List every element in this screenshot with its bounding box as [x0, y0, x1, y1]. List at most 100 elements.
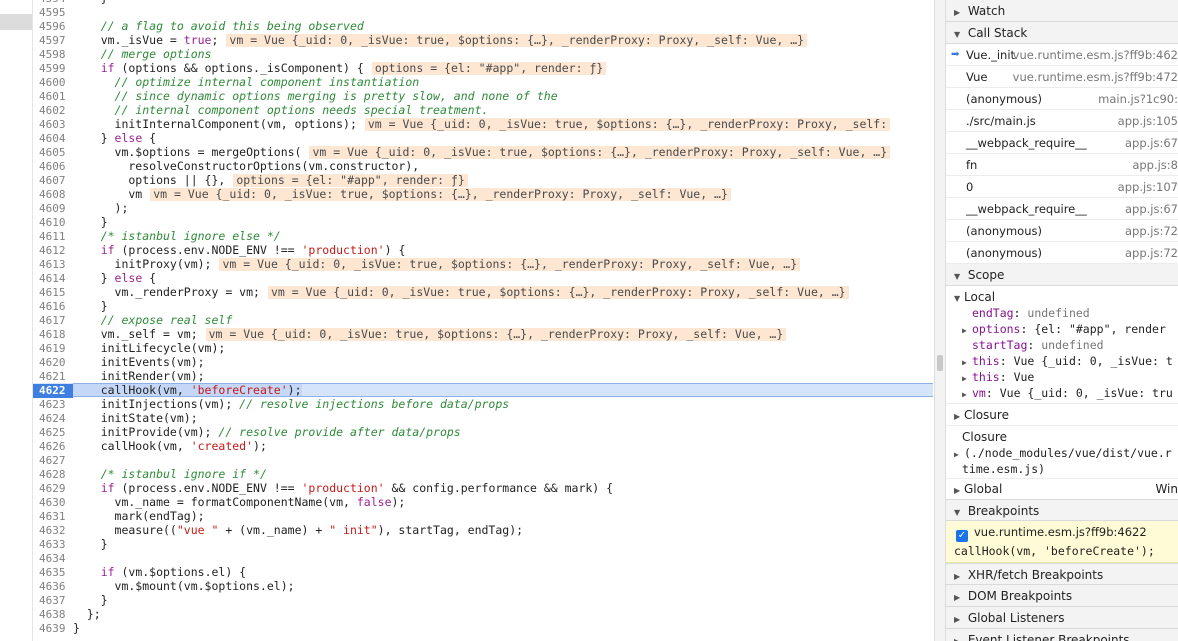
line-number[interactable]: 4597 — [33, 34, 73, 48]
frame-location[interactable]: app.js:107 — [1118, 176, 1178, 198]
splitter-grip[interactable] — [937, 355, 943, 371]
code-line[interactable]: 4608 vm vm = Vue {_uid: 0, _isVue: true, … — [33, 187, 933, 201]
code-line[interactable]: 4636 vm.$mount(vm.$options.el); — [33, 579, 933, 593]
line-number[interactable]: 4635 — [33, 566, 73, 580]
code-line[interactable]: 4603 initInternalComponent(vm, options);… — [33, 117, 933, 131]
code-line[interactable]: 4600 // optimize internal component inst… — [33, 75, 933, 89]
scope-var-vm[interactable]: ▶ vm: Vue {_uid: 0, _isVue: tru — [954, 385, 1178, 401]
code-line-current[interactable]: 4622 callHook(vm, 'beforeCreate'); — [33, 383, 933, 398]
code-line[interactable]: 4631 mark(endTag); — [33, 509, 933, 523]
global-listeners-section-header[interactable]: ▶ Global Listeners — [946, 607, 1178, 629]
line-number[interactable]: 4595 — [33, 6, 73, 20]
line-number[interactable]: 4634 — [33, 552, 73, 566]
breakpoint-checkbox[interactable]: ✓ — [956, 530, 968, 542]
dom-breakpoints-section-header[interactable]: ▶ DOM Breakpoints — [946, 585, 1178, 607]
line-number[interactable]: 4628 — [33, 468, 73, 482]
code-line[interactable]: 4612 if (process.env.NODE_ENV !== 'produ… — [33, 243, 933, 257]
code-line[interactable]: 4606 resolveConstructorOptions(vm.constr… — [33, 159, 933, 173]
frame-location[interactable]: main.js?1c90: — [1098, 88, 1178, 110]
line-number[interactable]: 4627 — [33, 454, 73, 468]
code-line[interactable]: 4597 vm._isVue = true; vm = Vue {_uid: 0,… — [33, 33, 933, 47]
code-line[interactable]: 4621 initRender(vm); — [33, 369, 933, 383]
line-number[interactable]: 4621 — [33, 370, 73, 384]
call-stack-frame[interactable]: (anonymous) app.js:72 — [946, 242, 1178, 264]
line-number[interactable]: 4622 — [33, 384, 73, 398]
code-line[interactable]: 4595 — [33, 5, 933, 19]
line-number[interactable]: 4596 — [33, 20, 73, 34]
line-number[interactable]: 4626 — [33, 440, 73, 454]
call-stack-frame[interactable]: (anonymous) app.js:72 — [946, 220, 1178, 242]
code-line[interactable]: 4601 // since dynamic options merging is… — [33, 89, 933, 103]
scope-var-options[interactable]: ▶ options: {el: "#app", render — [954, 321, 1178, 337]
xhr-breakpoints-section-header[interactable]: ▶ XHR/fetch Breakpoints — [946, 563, 1178, 585]
line-number[interactable]: 4611 — [33, 230, 73, 244]
code-line[interactable]: 4613 initProxy(vm); vm = Vue {_uid: 0, _i… — [33, 257, 933, 271]
frame-location[interactable]: app.js:67 — [1125, 198, 1178, 220]
line-number[interactable]: 4609 — [33, 202, 73, 216]
line-number[interactable]: 4600 — [33, 76, 73, 90]
breakpoints-section-header[interactable]: ▼ Breakpoints — [946, 499, 1178, 521]
line-number[interactable]: 4636 — [33, 580, 73, 594]
code-line[interactable]: 4638 }; — [33, 607, 933, 621]
line-number[interactable]: 4605 — [33, 146, 73, 160]
code-line[interactable]: 4634 — [33, 551, 933, 565]
code-line[interactable]: 4635 if (vm.$options.el) { — [33, 565, 933, 579]
code-line[interactable]: 4616 } — [33, 299, 933, 313]
line-number[interactable]: 4632 — [33, 524, 73, 538]
line-number[interactable]: 4638 — [33, 608, 73, 622]
code-line[interactable]: 4611 /* istanbul ignore else */ — [33, 229, 933, 243]
scope-var-endtag[interactable]: endTag: undefined — [954, 305, 1178, 321]
call-stack-frame[interactable]: ./src/main.js app.js:105 — [946, 110, 1178, 132]
scope-closure-row[interactable]: ▶ Closure — [954, 406, 1178, 425]
frame-location[interactable]: app.js:72 — [1125, 242, 1178, 264]
scope-local-row[interactable]: ▼ Local — [954, 289, 1178, 305]
call-stack-frame[interactable]: 0 app.js:107 — [946, 176, 1178, 198]
code-line[interactable]: 4607 options || {}, options = {el: "#app"… — [33, 173, 933, 187]
code-line[interactable]: 4623 initInjections(vm); // resolve inje… — [33, 397, 933, 411]
code-line[interactable]: 4620 initEvents(vm); — [33, 355, 933, 369]
code-line[interactable]: 4596 // a flag to avoid this being obser… — [33, 19, 933, 33]
scope-global-row[interactable]: ▶ Global Win — [954, 479, 1178, 499]
line-number[interactable]: 4639 — [33, 622, 73, 636]
watch-section-header[interactable]: ▶ Watch — [946, 0, 1178, 22]
line-number[interactable]: 4607 — [33, 174, 73, 188]
code-line[interactable]: 4625 initProvide(vm); // resolve provide… — [33, 425, 933, 439]
code-line[interactable]: 4628 /* istanbul ignore if */ — [33, 467, 933, 481]
line-number[interactable]: 4630 — [33, 496, 73, 510]
line-number[interactable]: 4624 — [33, 412, 73, 426]
line-number[interactable]: 4608 — [33, 188, 73, 202]
call-stack-frame[interactable]: Vue vue.runtime.esm.js?ff9b:472 — [946, 66, 1178, 88]
call-stack-frame[interactable]: ➡ Vue._init vue.runtime.esm.js?ff9b:462 — [946, 44, 1178, 66]
scope-var-starttag[interactable]: startTag: undefined — [954, 337, 1178, 353]
line-number[interactable]: 4603 — [33, 118, 73, 132]
line-number[interactable]: 4602 — [33, 104, 73, 118]
event-listener-breakpoints-section-header[interactable]: ▶ Event Listener Breakpoints — [946, 629, 1178, 641]
line-number[interactable]: 4615 — [33, 286, 73, 300]
code-line[interactable]: 4605 vm.$options = mergeOptions(vm = Vue… — [33, 145, 933, 159]
code-line[interactable]: 4630 vm._name = formatComponentName(vm, … — [33, 495, 933, 509]
code-line[interactable]: 4598 // merge options — [33, 47, 933, 61]
frame-location[interactable]: app.js:105 — [1118, 110, 1178, 132]
code-line[interactable]: 4618 vm._self = vm; vm = Vue {_uid: 0, _i… — [33, 327, 933, 341]
line-number[interactable]: 4633 — [33, 538, 73, 552]
panel-splitter[interactable] — [934, 0, 946, 641]
line-number[interactable]: 4613 — [33, 258, 73, 272]
code-line[interactable]: 4617 // expose real self — [33, 313, 933, 327]
frame-location[interactable]: vue.runtime.esm.js?ff9b:462 — [1013, 44, 1178, 66]
code-line[interactable]: 4624 initState(vm); — [33, 411, 933, 425]
frame-location[interactable]: app.js:67 — [1125, 132, 1178, 154]
line-number[interactable]: 4637 — [33, 594, 73, 608]
breakpoint-item[interactable]: ✓ vue.runtime.esm.js?ff9b:4622 callHook(v… — [946, 521, 1178, 563]
line-number[interactable]: 4619 — [33, 342, 73, 356]
line-number[interactable]: 4606 — [33, 160, 73, 174]
frame-location[interactable]: app.js:8 — [1132, 154, 1178, 176]
call-stack-section-header[interactable]: ▼ Call Stack — [946, 22, 1178, 44]
line-number[interactable]: 4610 — [33, 216, 73, 230]
line-number[interactable]: 4617 — [33, 314, 73, 328]
code-editor[interactable]: 4594 }45954596 // a flag to avoid this b… — [32, 0, 934, 641]
line-number[interactable]: 4614 — [33, 272, 73, 286]
frame-location[interactable]: vue.runtime.esm.js?ff9b:472 — [1013, 66, 1178, 88]
line-number[interactable]: 4612 — [33, 244, 73, 258]
call-stack-frame[interactable]: __webpack_require__ app.js:67 — [946, 198, 1178, 220]
code-line[interactable]: 4604 } else { — [33, 131, 933, 145]
